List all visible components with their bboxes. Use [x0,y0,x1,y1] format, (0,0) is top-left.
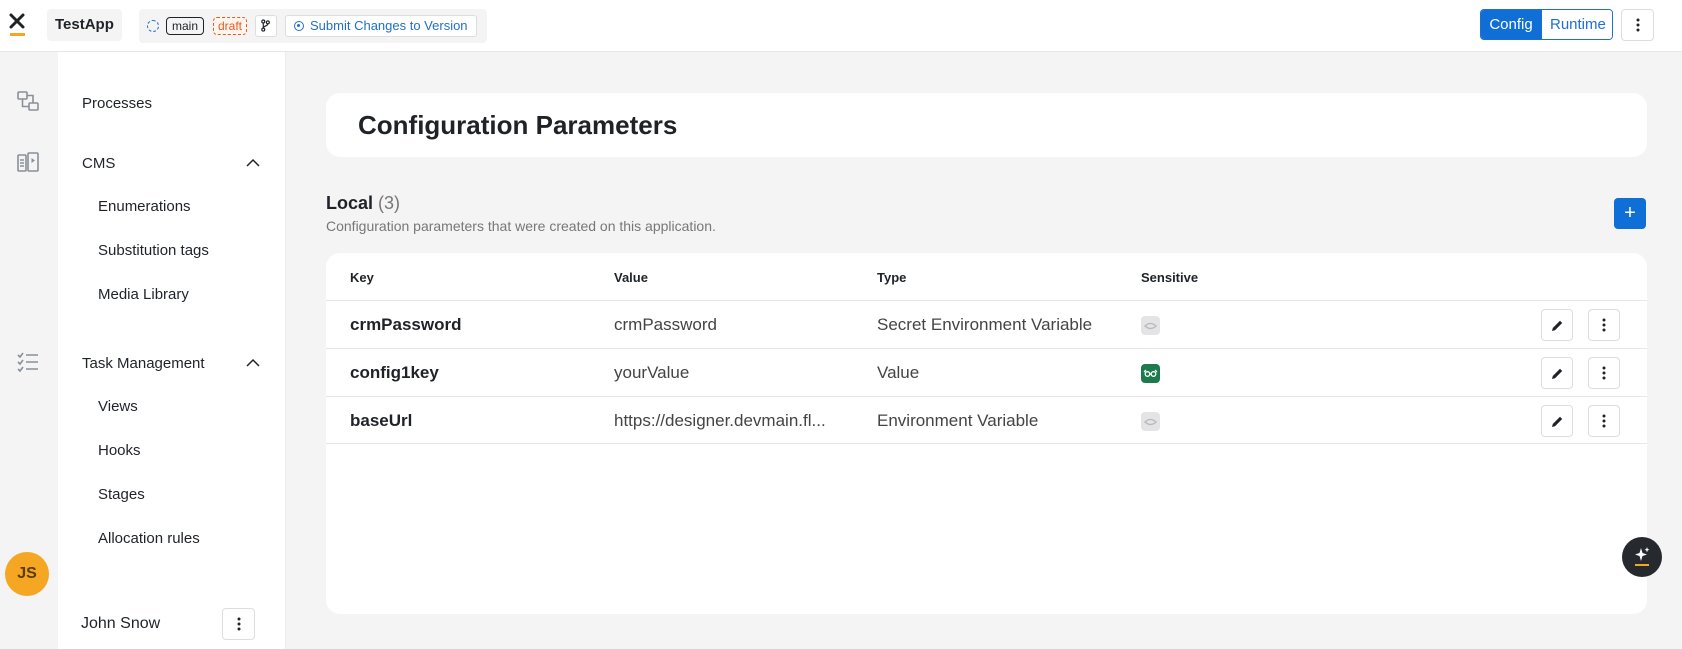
app-logo-icon[interactable] [8,12,28,38]
kebab-icon [1602,414,1606,428]
kebab-icon [1602,318,1606,332]
sidebar-item-hooks[interactable]: Hooks [98,442,141,459]
section-title-label: Local [326,193,374,213]
edit-button[interactable] [1541,405,1573,437]
sidebar-item-cms[interactable]: CMS [82,155,115,172]
row-more-button[interactable] [1588,357,1620,389]
sidebar-item-enumerations[interactable]: Enumerations [98,198,191,215]
page-title: Configuration Parameters [358,110,678,140]
row-more-button[interactable] [1588,405,1620,437]
branch-button[interactable] [255,15,277,37]
section-description: Configuration parameters that were creat… [326,218,716,234]
row-value: crmPassword [614,315,717,334]
row-type: Value [877,363,920,382]
section-count: (3) [378,193,401,213]
sensitive-on-icon [1141,364,1160,383]
section-title: Local (3) [326,193,400,214]
row-key: baseUrl [350,411,413,430]
sidebar-item-stages[interactable]: Stages [98,486,145,503]
processes-icon[interactable] [16,89,40,113]
parameters-table: Key Value Type Sensitive crmPassword crm… [326,253,1647,614]
table-row[interactable]: baseUrl https://designer.devmain.fl... E… [326,396,1647,444]
mode-toggle: Config Runtime [1480,9,1613,40]
draft-status-badge: draft [213,17,248,35]
sidebar-item-substitution-tags[interactable]: Substitution tags [98,242,209,259]
sidebar-item-views[interactable]: Views [98,398,138,415]
sidebar-item-allocation-rules[interactable]: Allocation rules [98,530,200,547]
branch-badge[interactable]: main [166,17,205,35]
app-name[interactable]: TestApp [47,9,122,41]
submit-changes-label: Submit Changes to Version [310,18,468,33]
sparkle-icon [1635,547,1650,566]
avatar[interactable]: JS [5,552,49,596]
more-options-button[interactable] [1621,9,1654,41]
chevron-up-icon[interactable] [246,156,260,170]
row-type: Environment Variable [877,411,1039,430]
column-header-type: Type [877,270,907,285]
pencil-icon [1552,416,1563,427]
sensitive-off-icon [1141,412,1160,431]
row-value: https://designer.devmain.fl... [614,411,826,430]
branch-selector: main draft Submit Changes to Version [139,9,487,43]
sensitive-off-icon [1141,316,1160,335]
add-parameter-button[interactable]: + [1614,198,1646,229]
column-header-sensitive: Sensitive [1141,270,1199,285]
kebab-icon [1636,18,1639,32]
column-header-value: Value [614,270,648,285]
task-management-icon[interactable] [16,350,40,374]
top-bar: TestApp main draft Submit Changes to Ver… [0,0,1682,52]
table-row[interactable]: config1key yourValue Value [326,348,1647,396]
row-type: Secret Environment Variable [877,315,1093,334]
kebab-icon [237,617,240,631]
user-menu-button[interactable] [222,608,255,640]
row-more-button[interactable] [1588,309,1620,341]
radio-dot-icon [294,21,304,31]
sidebar: Processes CMS Enumerations Substitution … [58,52,286,649]
kebab-icon [1602,366,1606,380]
loading-spinner-icon [147,20,159,32]
edit-button[interactable] [1541,357,1573,389]
row-key: config1key [350,363,439,382]
row-value: yourValue [614,363,690,382]
sidebar-item-media-library[interactable]: Media Library [98,286,189,303]
pencil-icon [1552,320,1563,331]
cms-icon[interactable] [16,150,40,174]
edit-button[interactable] [1541,309,1573,341]
pencil-icon [1552,368,1563,379]
ai-assistant-button[interactable] [1622,537,1662,577]
user-name: John Snow [81,615,161,632]
title-card: Configuration Parameters [326,93,1647,157]
column-header-key: Key [350,270,374,285]
config-mode-button[interactable]: Config [1481,10,1541,39]
runtime-mode-button[interactable]: Runtime [1541,10,1612,39]
git-branch-icon [261,19,270,32]
sidebar-item-task-management[interactable]: Task Management [82,355,205,372]
table-row[interactable]: crmPassword crmPassword Secret Environme… [326,300,1647,348]
submit-changes-button[interactable]: Submit Changes to Version [285,15,477,37]
chevron-up-icon[interactable] [246,356,260,370]
row-key: crmPassword [350,315,462,334]
sidebar-item-processes[interactable]: Processes [82,95,152,112]
